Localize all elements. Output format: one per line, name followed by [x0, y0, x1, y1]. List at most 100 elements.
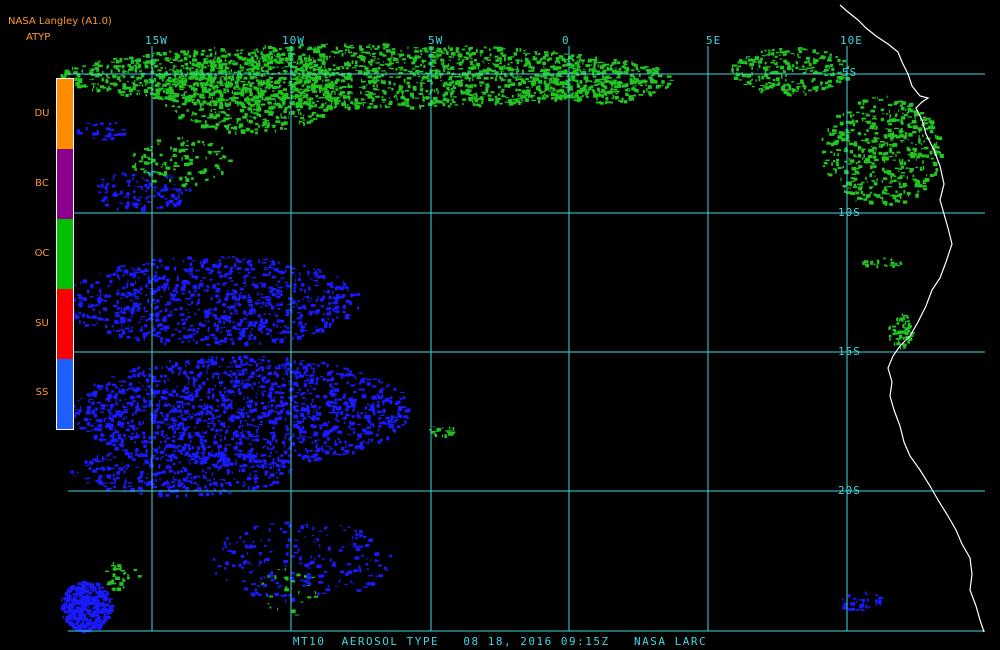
- sea-salt-pixel: [313, 406, 315, 411]
- organic-carbon-pixel: [825, 64, 828, 69]
- sea-salt-pixel: [195, 330, 199, 334]
- sea-salt-pixel: [343, 304, 346, 307]
- organic-carbon-pixel: [422, 98, 425, 102]
- sea-salt-pixel: [210, 311, 213, 314]
- organic-carbon-pixel: [431, 101, 436, 105]
- sea-salt-pixel: [336, 297, 340, 300]
- sea-salt-pixel: [145, 284, 148, 288]
- sea-salt-pixel: [341, 286, 345, 289]
- organic-carbon-pixel: [922, 160, 924, 164]
- organic-carbon-pixel: [873, 182, 878, 186]
- organic-carbon-pixel: [483, 77, 489, 80]
- sea-salt-pixel: [295, 274, 297, 277]
- sea-salt-pixel: [195, 275, 198, 280]
- organic-carbon-pixel: [213, 90, 216, 95]
- organic-carbon-pixel: [122, 586, 125, 589]
- organic-carbon-pixel: [903, 190, 906, 194]
- organic-carbon-pixel: [320, 65, 323, 69]
- organic-carbon-pixel: [516, 61, 520, 65]
- organic-carbon-pixel: [497, 93, 501, 96]
- sea-salt-pixel: [141, 326, 143, 330]
- organic-carbon-pixel: [830, 63, 834, 67]
- organic-carbon-pixel: [527, 86, 530, 89]
- organic-carbon-pixel: [272, 125, 276, 128]
- sea-salt-pixel: [344, 439, 346, 442]
- sea-salt-pixel: [143, 338, 145, 341]
- organic-carbon-pixel: [888, 144, 892, 146]
- sea-salt-pixel: [234, 430, 238, 434]
- sea-salt-pixel: [278, 303, 284, 306]
- organic-carbon-pixel: [625, 92, 628, 97]
- organic-carbon-pixel: [300, 112, 302, 116]
- organic-carbon-pixel: [127, 574, 129, 578]
- organic-carbon-pixel: [153, 84, 155, 87]
- organic-carbon-pixel: [163, 171, 168, 175]
- organic-carbon-pixel: [396, 95, 398, 98]
- organic-carbon-pixel: [732, 64, 738, 67]
- organic-carbon-pixel: [895, 153, 897, 157]
- organic-carbon-pixel: [231, 62, 237, 65]
- sea-salt-pixel: [312, 332, 316, 335]
- organic-carbon-pixel: [574, 95, 579, 97]
- organic-carbon-pixel: [890, 139, 894, 141]
- organic-carbon-pixel: [472, 100, 474, 104]
- organic-carbon-pixel: [527, 92, 531, 97]
- sea-salt-pixel: [155, 312, 159, 315]
- organic-carbon-pixel: [594, 58, 598, 62]
- organic-carbon-pixel: [256, 48, 258, 51]
- sea-salt-pixel: [342, 280, 345, 283]
- organic-carbon-pixel: [316, 74, 318, 78]
- sea-salt-pixel: [315, 326, 318, 329]
- organic-carbon-pixel: [114, 565, 117, 569]
- sea-salt-pixel: [113, 272, 117, 276]
- sea-salt-pixel: [96, 294, 98, 296]
- organic-carbon-pixel: [855, 161, 858, 165]
- sea-salt-pixel: [182, 260, 185, 263]
- sea-salt-pixel: [139, 292, 142, 295]
- organic-carbon-pixel: [896, 151, 901, 154]
- organic-carbon-pixel: [257, 105, 261, 107]
- sea-salt-pixel: [234, 263, 237, 268]
- organic-carbon-pixel: [184, 100, 188, 103]
- organic-carbon-pixel: [543, 90, 546, 93]
- organic-carbon-pixel: [865, 176, 867, 181]
- organic-carbon-pixel: [249, 103, 255, 107]
- organic-carbon-pixel: [333, 82, 335, 84]
- organic-carbon-pixel: [887, 185, 892, 188]
- organic-carbon-pixel: [191, 114, 193, 117]
- organic-carbon-pixel: [581, 59, 585, 61]
- organic-carbon-pixel: [917, 190, 920, 193]
- organic-carbon-pixel: [540, 58, 543, 60]
- sea-salt-pixel: [370, 404, 375, 409]
- organic-carbon-pixel: [507, 79, 512, 83]
- organic-carbon-pixel: [862, 119, 864, 122]
- sea-salt-pixel: [171, 389, 177, 393]
- sea-salt-pixel: [127, 279, 129, 284]
- organic-carbon-pixel: [420, 63, 422, 67]
- organic-carbon-pixel: [921, 155, 924, 158]
- sea-salt-pixel: [97, 317, 102, 321]
- sea-salt-pixel: [285, 427, 290, 431]
- organic-carbon-pixel: [808, 62, 812, 67]
- organic-carbon-pixel: [344, 105, 347, 109]
- organic-carbon-pixel: [359, 54, 364, 59]
- organic-carbon-pixel: [193, 54, 196, 58]
- organic-carbon-pixel: [907, 116, 912, 118]
- organic-carbon-pixel: [599, 65, 605, 69]
- sea-salt-pixel: [265, 305, 268, 307]
- organic-carbon-pixel: [120, 94, 124, 96]
- organic-carbon-pixel: [457, 76, 461, 78]
- sea-salt-pixel: [153, 302, 157, 304]
- organic-carbon-pixel: [143, 154, 146, 157]
- organic-carbon-pixel: [199, 104, 202, 108]
- sea-salt-pixel: [242, 295, 247, 299]
- sea-salt-pixel: [91, 324, 97, 326]
- sea-salt-pixel: [97, 424, 103, 427]
- organic-carbon-pixel: [518, 94, 520, 97]
- organic-carbon-pixel: [312, 69, 316, 72]
- organic-carbon-pixel: [122, 70, 125, 73]
- sea-salt-pixel: [286, 326, 289, 330]
- organic-carbon-pixel: [433, 105, 437, 107]
- organic-carbon-pixel: [333, 106, 337, 109]
- organic-carbon-pixel: [279, 85, 282, 87]
